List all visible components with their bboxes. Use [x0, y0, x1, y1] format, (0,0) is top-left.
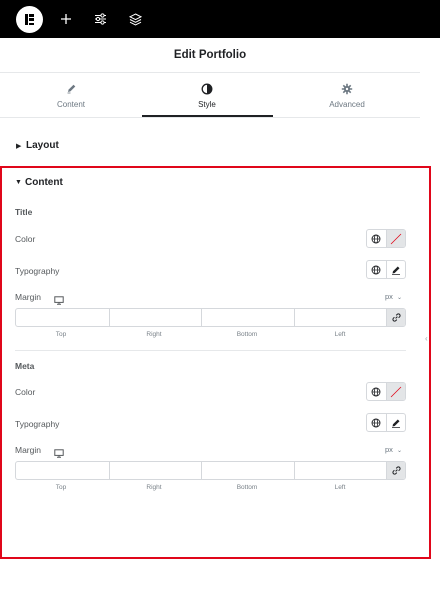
title-color-control [366, 229, 406, 248]
meta-margin-inputs [15, 461, 406, 480]
link-icon[interactable] [386, 462, 405, 479]
plus-icon[interactable] [56, 9, 76, 29]
contrast-icon [141, 83, 273, 95]
caret-down-icon: ▼ [15, 179, 22, 186]
meta-typography-control [366, 413, 406, 432]
dim-label-left: Left [334, 331, 346, 338]
dim-label-bottom: Bottom [236, 331, 258, 338]
margin-left-input[interactable] [293, 309, 387, 326]
globe-icon[interactable] [367, 383, 386, 400]
panel-tabs: Content Style Advanced [0, 73, 420, 118]
meta-color-control [366, 382, 406, 401]
group-divider [15, 350, 406, 351]
tab-content[interactable]: Content [5, 73, 137, 118]
tab-style[interactable]: Style [141, 73, 273, 118]
panel-title: Edit Portfolio [173, 49, 247, 61]
gear-icon [281, 83, 413, 95]
highlight-box [0, 166, 431, 559]
caret-right-icon: ▶ [16, 142, 22, 150]
title-color-label: Color [15, 234, 36, 244]
margin-bottom-input[interactable] [201, 462, 294, 479]
dim-label-bottom: Bottom [236, 484, 258, 491]
title-margin-label: Margin [15, 292, 41, 302]
margin-right-input[interactable] [108, 462, 202, 479]
color-swatch-empty-icon[interactable] [385, 383, 405, 400]
globe-icon[interactable] [367, 414, 386, 431]
meta-typography-label: Typography [15, 419, 60, 429]
tab-advanced-label: Advanced [329, 100, 365, 109]
top-toolbar [0, 0, 440, 38]
pencil-icon[interactable] [385, 261, 405, 278]
margin-top-input[interactable] [16, 462, 109, 479]
collapse-panel-handle[interactable]: ‹ [425, 334, 428, 343]
dim-label-top: Top [55, 484, 67, 491]
margin-right-input[interactable] [108, 309, 202, 326]
dim-label-left: Left [334, 484, 346, 491]
link-icon[interactable] [386, 309, 405, 326]
section-layout-title: Layout [26, 140, 59, 151]
active-tab-indicator [142, 115, 273, 117]
meta-margin-unit[interactable]: px ⌄ [385, 445, 402, 454]
dim-label-top: Top [55, 331, 67, 338]
title-margin-unit[interactable]: px ⌄ [385, 292, 402, 301]
title-typography-control [366, 260, 406, 279]
meta-margin-label: Margin [15, 445, 41, 455]
unit-label: px [385, 445, 393, 454]
tab-advanced[interactable]: Advanced [281, 73, 413, 118]
chevron-down-icon: ⌄ [397, 295, 403, 301]
pencil-icon[interactable] [385, 414, 405, 431]
pencil-icon [5, 83, 137, 95]
title-heading: Title [15, 207, 33, 217]
section-layout[interactable]: ▶ Layout [16, 140, 59, 151]
title-typography-label: Typography [15, 266, 60, 276]
tab-content-label: Content [56, 100, 86, 109]
title-margin-inputs [15, 308, 406, 327]
section-content[interactable]: ▼ Content [15, 177, 63, 188]
dim-label-right: Right [146, 484, 162, 491]
sliders-icon[interactable] [90, 9, 110, 29]
section-content-title: Content [25, 177, 63, 188]
layers-icon[interactable] [125, 9, 145, 29]
color-swatch-empty-icon[interactable] [385, 230, 405, 247]
tab-style-label: Style [198, 100, 216, 109]
margin-top-input[interactable] [16, 309, 109, 326]
globe-icon[interactable] [367, 261, 386, 278]
dim-label-right: Right [146, 331, 162, 338]
chevron-down-icon: ⌄ [397, 448, 403, 454]
meta-color-label: Color [15, 387, 36, 397]
margin-bottom-input[interactable] [201, 309, 294, 326]
elementor-logo-icon[interactable] [16, 6, 43, 33]
panel-header: Edit Portfolio [0, 38, 420, 73]
unit-label: px [385, 292, 393, 301]
meta-heading: Meta [15, 361, 35, 371]
margin-left-input[interactable] [293, 462, 387, 479]
globe-icon[interactable] [367, 230, 386, 247]
